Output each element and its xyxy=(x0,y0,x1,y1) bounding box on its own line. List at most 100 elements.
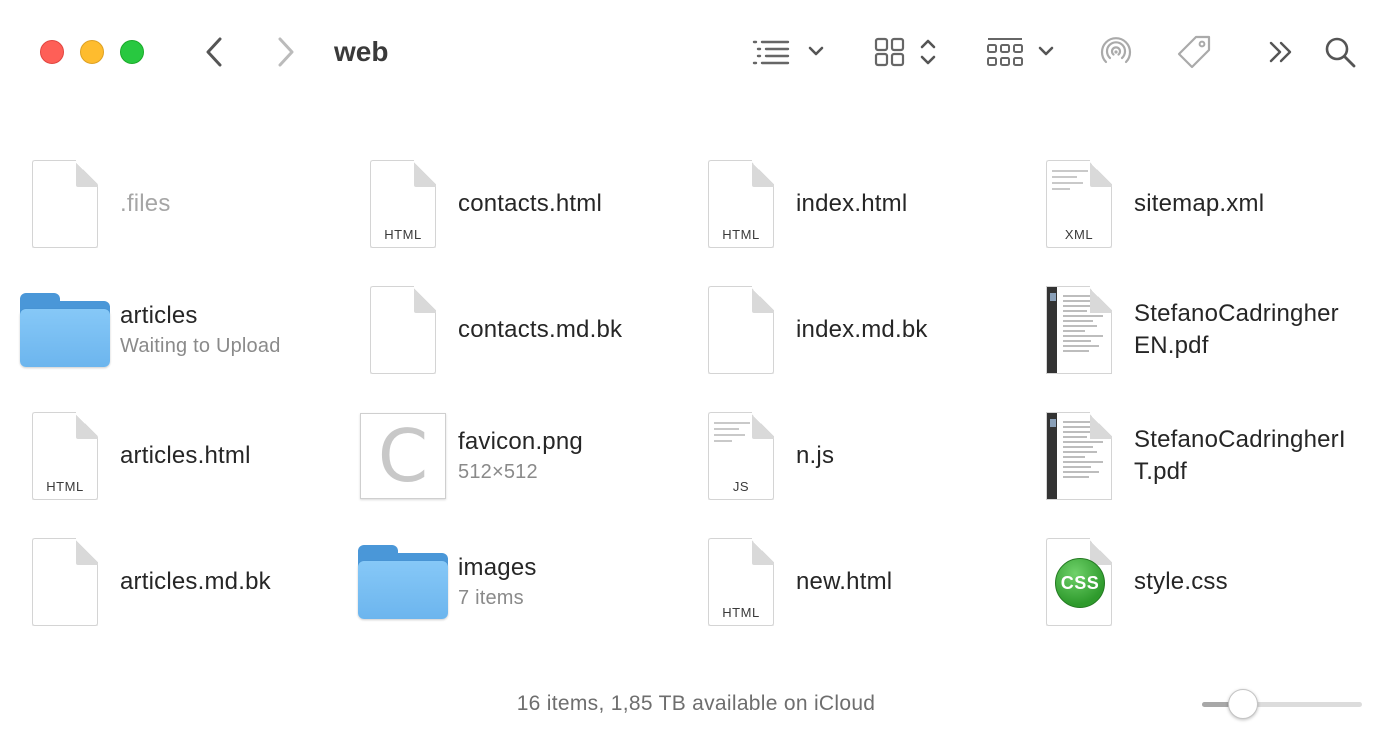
file-name: favicon.png xyxy=(458,428,583,455)
file-item[interactable]: articles.md.bk xyxy=(10,522,340,642)
zoom-button[interactable] xyxy=(120,40,144,64)
file-text: .files xyxy=(120,144,340,264)
file-text: index.html xyxy=(796,144,1016,264)
css-badge: CSS xyxy=(1055,558,1105,608)
file-name: articles.html xyxy=(120,442,251,469)
search-button[interactable] xyxy=(1320,30,1360,74)
file-name: n.js xyxy=(796,442,835,469)
file-name: articles xyxy=(120,302,198,329)
folder-icon xyxy=(348,522,458,642)
file-text: favicon.png 512×512 xyxy=(458,396,678,516)
forward-button[interactable] xyxy=(268,30,304,74)
document-icon: HTML xyxy=(348,144,458,264)
close-button[interactable] xyxy=(40,40,64,64)
back-icon xyxy=(206,37,222,67)
file-type-label: HTML xyxy=(384,227,422,242)
file-type-label: HTML xyxy=(722,227,760,242)
file-item[interactable]: HTML new.html xyxy=(686,522,1016,642)
airdrop-icon xyxy=(1100,37,1132,64)
file-subtitle: Waiting to Upload xyxy=(120,335,281,357)
file-name: images xyxy=(458,554,537,581)
document-icon: XML xyxy=(1024,144,1134,264)
file-text: articles.md.bk xyxy=(120,522,340,642)
file-name: sitemap.xml xyxy=(1134,190,1265,217)
file-text: articles Waiting to Upload xyxy=(120,270,340,390)
image-thumbnail-icon: C xyxy=(348,396,458,516)
pdf-thumbnail-icon xyxy=(1024,396,1134,516)
file-subtitle: 7 items xyxy=(458,587,524,609)
file-item[interactable]: HTML index.html xyxy=(686,144,1016,264)
file-text: style.css xyxy=(1134,522,1354,642)
search-icon xyxy=(1325,37,1356,68)
slider-thumb[interactable] xyxy=(1228,689,1258,719)
file-name: StefanoCadringherIT.pdf xyxy=(1134,426,1346,485)
file-name: index.md.bk xyxy=(796,316,928,343)
list-view-icon xyxy=(752,40,824,65)
file-text: StefanoCadringherEN.pdf xyxy=(1134,270,1354,390)
favicon-glyph: C xyxy=(377,414,429,498)
file-text: articles.html xyxy=(120,396,340,516)
file-item[interactable]: .files xyxy=(10,144,340,264)
document-icon xyxy=(10,522,120,642)
file-text: new.html xyxy=(796,522,1016,642)
pdf-thumbnail-icon xyxy=(1024,270,1134,390)
file-name: StefanoCadringherEN.pdf xyxy=(1134,300,1339,359)
status-bar-text: 16 items, 1,85 TB available on iCloud xyxy=(516,692,876,715)
file-type-label: HTML xyxy=(46,479,84,494)
file-item[interactable]: contacts.md.bk xyxy=(348,270,678,390)
file-item[interactable]: Cfavicon.png 512×512 xyxy=(348,396,678,516)
tag-icon xyxy=(1177,35,1211,69)
file-name: index.html xyxy=(796,190,908,217)
document-icon: HTML xyxy=(686,144,796,264)
file-name: new.html xyxy=(796,568,893,595)
document-icon xyxy=(348,270,458,390)
file-item[interactable]: HTML contacts.html xyxy=(348,144,678,264)
file-item[interactable]: images 7 items xyxy=(348,522,678,642)
file-text: StefanoCadringherIT.pdf xyxy=(1134,396,1354,516)
file-text: n.js xyxy=(796,396,1016,516)
file-item[interactable]: index.md.bk xyxy=(686,270,1016,390)
forward-icon xyxy=(278,37,294,67)
icon-size-slider[interactable] xyxy=(1202,688,1362,720)
css-file-icon: CSS xyxy=(1024,522,1134,642)
minimize-button[interactable] xyxy=(80,40,104,64)
window-title: web xyxy=(334,36,389,67)
file-type-label: XML xyxy=(1064,227,1094,242)
document-icon: HTML xyxy=(10,396,120,516)
file-name: .files xyxy=(120,190,171,217)
toolbar: web xyxy=(0,0,1392,104)
file-text: images 7 items xyxy=(458,522,678,642)
document-icon: JS xyxy=(686,396,796,516)
list-view-button[interactable] xyxy=(750,30,830,74)
file-subtitle: 512×512 xyxy=(458,461,538,483)
file-text: contacts.html xyxy=(458,144,678,264)
file-name: contacts.html xyxy=(458,190,602,217)
back-button[interactable] xyxy=(196,30,232,74)
more-button[interactable] xyxy=(1262,30,1300,74)
group-icon xyxy=(987,38,1054,66)
document-icon xyxy=(686,270,796,390)
group-button[interactable] xyxy=(984,30,1058,74)
file-type-label: HTML xyxy=(722,605,760,620)
icon-view-icon xyxy=(874,37,936,67)
file-name: style.css xyxy=(1134,568,1228,595)
tag-button[interactable] xyxy=(1174,30,1214,74)
file-item[interactable]: StefanoCadringherEN.pdf xyxy=(1024,270,1354,390)
file-item[interactable]: StefanoCadringherIT.pdf xyxy=(1024,396,1354,516)
file-item[interactable]: CSS style.css xyxy=(1024,522,1354,642)
document-icon xyxy=(10,144,120,264)
file-name: articles.md.bk xyxy=(120,568,271,595)
file-item[interactable]: XML sitemap.xml xyxy=(1024,144,1354,264)
file-item[interactable]: articles Waiting to Upload xyxy=(10,270,340,390)
file-text: contacts.md.bk xyxy=(458,270,678,390)
file-item[interactable]: HTML articles.html xyxy=(10,396,340,516)
file-type-label: JS xyxy=(732,479,750,494)
file-text: index.md.bk xyxy=(796,270,1016,390)
airdrop-button[interactable] xyxy=(1096,30,1136,74)
file-name: contacts.md.bk xyxy=(458,316,623,343)
file-item[interactable]: JS n.js xyxy=(686,396,1016,516)
icon-view-button[interactable] xyxy=(872,30,942,74)
more-icon xyxy=(1269,41,1292,63)
file-text: sitemap.xml xyxy=(1134,144,1354,264)
document-icon: HTML xyxy=(686,522,796,642)
